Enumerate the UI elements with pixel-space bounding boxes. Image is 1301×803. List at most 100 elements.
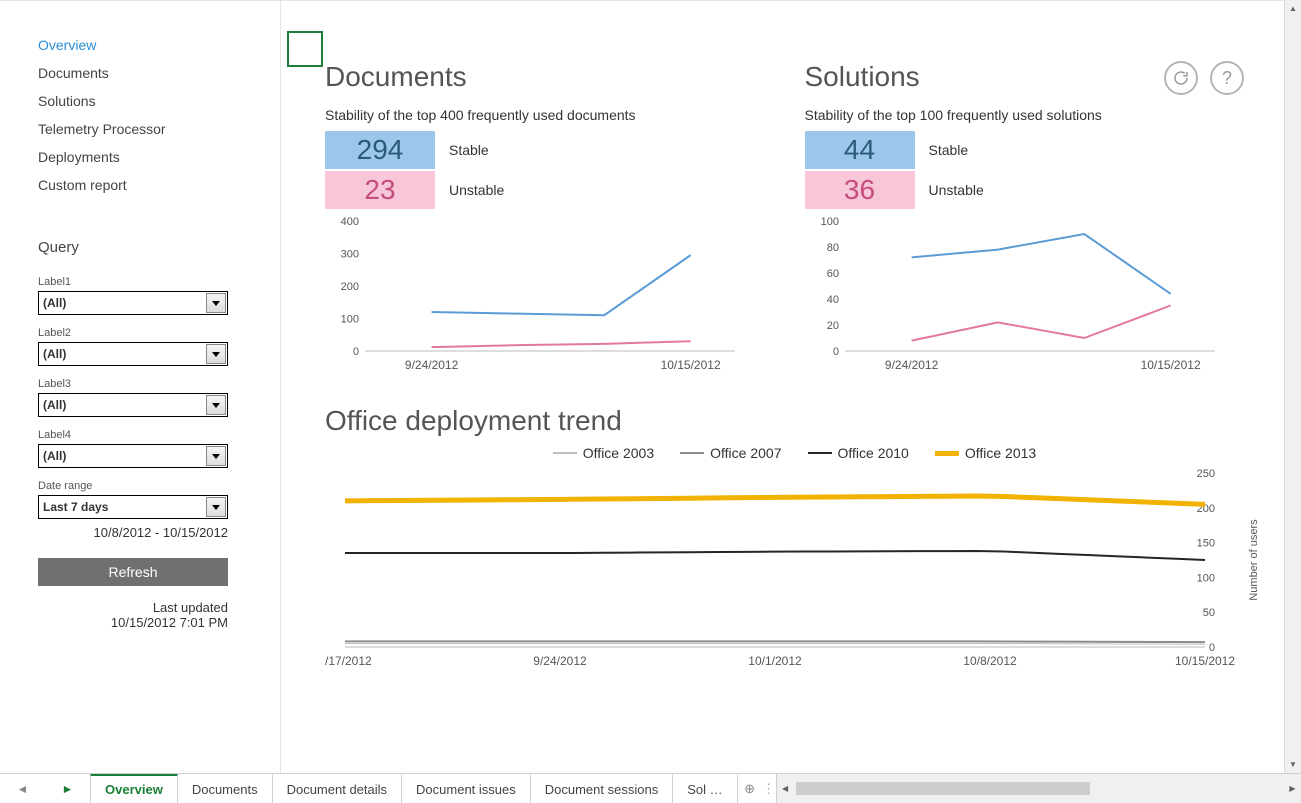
date-range-dropdown[interactable]: Last 7 days: [38, 495, 228, 519]
documents-stable-label: Stable: [449, 142, 489, 158]
svg-text:9/24/2012: 9/24/2012: [533, 654, 587, 668]
legend-office-2007: Office 2007: [680, 445, 781, 461]
svg-text:200: 200: [341, 281, 359, 293]
solutions-section: Solutions Stability of the top 100 frequ…: [805, 61, 1265, 381]
last-updated-value: 10/15/2012 7:01 PM: [38, 615, 228, 630]
documents-unstable-count: 23: [325, 171, 435, 209]
nav-list: Overview Documents Solutions Telemetry P…: [38, 31, 280, 199]
svg-text:150: 150: [1197, 538, 1215, 550]
svg-text:20: 20: [826, 320, 838, 332]
nav-solutions[interactable]: Solutions: [38, 87, 280, 115]
svg-text:80: 80: [826, 242, 838, 254]
label4-value: (All): [43, 449, 66, 463]
solutions-stable-count: 44: [805, 131, 915, 169]
svg-text:100: 100: [1197, 572, 1215, 584]
chevron-down-icon[interactable]: [206, 293, 226, 313]
nav-documents[interactable]: Documents: [38, 59, 280, 87]
nav-deployments[interactable]: Deployments: [38, 143, 280, 171]
documents-stable-count: 294: [325, 131, 435, 169]
svg-text:10/15/2012: 10/15/2012: [661, 358, 721, 372]
vertical-scrollbar[interactable]: ▲ ▼: [1284, 0, 1301, 773]
svg-text:100: 100: [341, 314, 359, 326]
sheet-next-icon[interactable]: ►: [62, 782, 74, 796]
sheet-nav: ◄ ►: [0, 774, 90, 803]
documents-subtitle: Stability of the top 400 frequently used…: [325, 107, 755, 123]
svg-text:Number of users: Number of users: [1248, 519, 1260, 601]
svg-text:300: 300: [341, 249, 359, 261]
label3-value: (All): [43, 398, 66, 412]
sheet-tab-bar: ◄ ► Overview Documents Document details …: [0, 773, 1301, 803]
svg-text:10/15/2012: 10/15/2012: [1175, 654, 1235, 668]
last-updated-label: Last updated: [38, 600, 228, 615]
label2-dropdown[interactable]: (All): [38, 342, 228, 366]
tab-solutions-truncated[interactable]: Sol …: [673, 774, 737, 803]
svg-text:0: 0: [832, 346, 838, 358]
solutions-unstable-label: Unstable: [929, 182, 984, 198]
sidebar: Overview Documents Solutions Telemetry P…: [0, 1, 281, 773]
documents-section: Documents Stability of the top 400 frequ…: [325, 61, 785, 381]
chevron-down-icon[interactable]: [206, 497, 226, 517]
scroll-down-arrow[interactable]: ▼: [1285, 756, 1301, 773]
svg-text:100: 100: [820, 216, 838, 228]
chevron-down-icon[interactable]: [206, 344, 226, 364]
new-sheet-button[interactable]: ⊕: [738, 774, 762, 803]
scroll-up-arrow[interactable]: ▲: [1285, 0, 1301, 17]
date-range-value: Last 7 days: [43, 500, 108, 514]
svg-text:50: 50: [1203, 607, 1215, 619]
label2-value: (All): [43, 347, 66, 361]
query-heading: Query: [38, 239, 280, 256]
legend-office-2003: Office 2003: [553, 445, 654, 461]
label4-caption: Label4: [38, 429, 280, 441]
chevron-down-icon[interactable]: [206, 446, 226, 466]
tab-document-sessions[interactable]: Document sessions: [531, 774, 673, 803]
refresh-icon[interactable]: [1164, 61, 1198, 95]
svg-text:60: 60: [826, 268, 838, 280]
documents-chart: 0 100 200 300 400 9/24/2012 10/15/2012: [325, 211, 745, 381]
trend-chart: 050100150200250Number of users9/17/20129…: [325, 467, 1265, 677]
date-range-span: 10/8/2012 - 10/15/2012: [38, 525, 228, 540]
tab-document-details[interactable]: Document details: [273, 774, 402, 803]
svg-text:9/24/2012: 9/24/2012: [405, 358, 459, 372]
svg-text:250: 250: [1197, 468, 1215, 480]
last-updated: Last updated 10/15/2012 7:01 PM: [38, 600, 228, 630]
nav-telemetry-processor[interactable]: Telemetry Processor: [38, 115, 280, 143]
label2-caption: Label2: [38, 327, 280, 339]
svg-text:9/24/2012: 9/24/2012: [884, 358, 938, 372]
label1-dropdown[interactable]: (All): [38, 291, 228, 315]
nav-overview[interactable]: Overview: [38, 31, 280, 59]
horizontal-scrollbar[interactable]: ◀ ▶: [776, 774, 1301, 803]
svg-text:10/8/2012: 10/8/2012: [963, 654, 1017, 668]
active-cell-marker[interactable]: [287, 31, 323, 67]
refresh-button[interactable]: Refresh: [38, 558, 228, 586]
svg-text:10/1/2012: 10/1/2012: [748, 654, 802, 668]
tab-menu-icon[interactable]: ⋮: [762, 774, 776, 803]
documents-title: Documents: [325, 61, 755, 93]
help-icon[interactable]: ?: [1210, 61, 1244, 95]
svg-text:9/17/2012: 9/17/2012: [325, 654, 372, 668]
sheet-prev-icon[interactable]: ◄: [17, 782, 29, 796]
nav-custom-report[interactable]: Custom report: [38, 171, 280, 199]
tab-documents[interactable]: Documents: [178, 774, 273, 803]
label3-dropdown[interactable]: (All): [38, 393, 228, 417]
solutions-unstable-count: 36: [805, 171, 915, 209]
tab-document-issues[interactable]: Document issues: [402, 774, 531, 803]
label1-caption: Label1: [38, 276, 280, 288]
chevron-down-icon[interactable]: [206, 395, 226, 415]
svg-text:10/15/2012: 10/15/2012: [1140, 358, 1200, 372]
documents-unstable-label: Unstable: [449, 182, 504, 198]
svg-text:400: 400: [341, 216, 359, 228]
label4-dropdown[interactable]: (All): [38, 444, 228, 468]
date-range-caption: Date range: [38, 480, 280, 492]
trend-title: Office deployment trend: [325, 405, 1264, 437]
scroll-right-arrow[interactable]: ▶: [1284, 784, 1301, 793]
svg-text:40: 40: [826, 294, 838, 306]
label3-caption: Label3: [38, 378, 280, 390]
main-panel: Documents Stability of the top 400 frequ…: [281, 1, 1284, 773]
trend-legend: Office 2003 Office 2007 Office 2010 Offi…: [325, 445, 1264, 461]
scroll-left-arrow[interactable]: ◀: [777, 784, 794, 793]
tab-overview[interactable]: Overview: [90, 774, 178, 803]
svg-text:0: 0: [353, 346, 359, 358]
svg-text:0: 0: [1209, 642, 1215, 654]
solutions-stable-label: Stable: [929, 142, 969, 158]
solutions-subtitle: Stability of the top 100 frequently used…: [805, 107, 1235, 123]
